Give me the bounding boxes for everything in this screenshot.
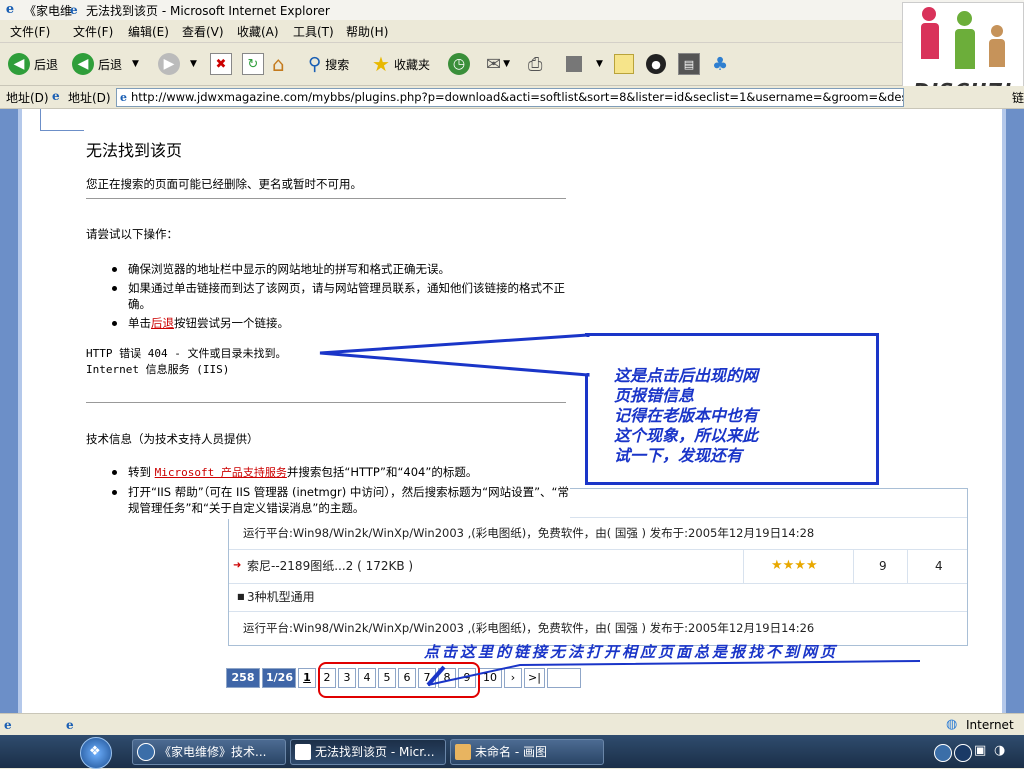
logo-figure	[989, 39, 1005, 67]
callout-pointer	[319, 333, 590, 377]
zone-label: Internet	[966, 718, 1014, 732]
history-icon: ◷	[448, 53, 470, 75]
address-label-left: 地址(D)	[6, 91, 49, 105]
note-icon	[614, 54, 634, 74]
qq-button[interactable]: ●	[646, 51, 666, 77]
tab-partial[interactable]: 《家电维	[24, 2, 72, 19]
taskbar-item-active[interactable]: 无法找到该页 - Micr...	[290, 739, 446, 765]
tray-maxthon-icon[interactable]	[954, 744, 972, 762]
menu-favorites[interactable]: 收藏(A)	[237, 23, 279, 40]
annotation-text: 点击这里的链接无法打开相应页面总是报找不到网页	[424, 643, 839, 661]
ie-page-icon	[295, 744, 311, 760]
dropdown-arrow-icon[interactable]: ▼	[132, 59, 139, 69]
menu-bar: 文件(F) 文件(F) 编辑(E) 查看(V) 收藏(A) 工具(T) 帮助(H…	[0, 20, 1024, 43]
back-button-2[interactable]: ◀ 后退 ▼	[72, 51, 139, 77]
toolbar: ◀ 后退 ◀ 后退 ▼ ▶ ▼ ✖ ↻ ⌂ ⚲ 搜索 ★ 收藏夹 ◷ ✉ ▼ ⎙ …	[0, 43, 1024, 86]
logo-figure-head	[957, 11, 972, 26]
page-status-icon: e	[4, 718, 12, 732]
stop-icon: ✖	[210, 53, 232, 75]
edit-button[interactable]: ▼	[566, 51, 603, 77]
globe-icon: ◍	[946, 717, 958, 732]
refresh-icon: ↻	[242, 53, 264, 75]
archive-button[interactable]: ▤	[678, 51, 700, 77]
archive-icon: ▤	[678, 53, 700, 75]
back-label: 后退	[34, 57, 59, 72]
print-button[interactable]: ⎙	[528, 51, 542, 77]
dropdown-arrow-icon[interactable]: ▼	[503, 59, 510, 69]
tray-network-icon[interactable]: ▣	[974, 743, 986, 758]
home-button[interactable]: ⌂	[272, 51, 285, 77]
logo-figure	[921, 23, 939, 59]
taskbar-item[interactable]: 未命名 - 画图	[450, 739, 604, 765]
page-icon: e	[120, 91, 127, 104]
taskbar-item[interactable]: 《家电维修》技术...	[132, 739, 286, 765]
taskbar-item-label: 未命名 - 画图	[475, 745, 547, 759]
address-input[interactable]: e http://www.jdwxmagazine.com/mybbs/plugi…	[116, 88, 904, 107]
logo-figure-head	[991, 25, 1003, 37]
menu-view[interactable]: 查看(V)	[182, 23, 224, 40]
ie-logo-icon: e	[70, 3, 78, 17]
window-title: 无法找到该页 - Microsoft Internet Explorer	[86, 4, 330, 18]
tray-volume-icon[interactable]: ◑	[994, 743, 1005, 758]
dropdown-arrow-icon[interactable]: ▼	[596, 59, 603, 69]
home-icon: ⌂	[272, 52, 285, 76]
back-arrow-icon: ◀	[72, 53, 94, 75]
links-label[interactable]: 链	[1012, 89, 1024, 106]
annotation-arrows	[319, 333, 921, 687]
page-icon: e	[52, 89, 60, 103]
menu-file-partial[interactable]: 文件(F)	[10, 23, 50, 40]
page-status-icon: e	[66, 718, 74, 732]
address-url: http://www.jdwxmagazine.com/mybbs/plugin…	[131, 90, 904, 104]
page-content: 无法找到该页 您正在搜索的页面可能已经删除、更名或暂时不可用。 请尝试以下操作：…	[0, 109, 1024, 713]
back-button[interactable]: ◀ 后退	[8, 51, 58, 77]
annotation-underline	[427, 660, 921, 686]
logo-figure	[955, 29, 975, 69]
address-bar: 地址(D) e 地址(D) e http://www.jdwxmagazine.c…	[0, 86, 1024, 109]
title-bar: e 《家电维 e 无法找到该页 - Microsoft Internet Exp…	[0, 0, 1024, 21]
start-button[interactable]: ❖	[80, 737, 112, 769]
print-icon: ⎙	[528, 53, 543, 75]
taskbar: ❖ 《家电维修》技术... 无法找到该页 - Micr... 未命名 - 画图 …	[0, 735, 1024, 769]
maxthon-icon	[137, 743, 155, 761]
search-label: 搜索	[325, 57, 350, 72]
penguin-icon: ●	[646, 54, 666, 74]
stop-button[interactable]: ✖	[210, 51, 232, 77]
forward-arrow-icon: ▶	[158, 53, 180, 75]
search-button[interactable]: ⚲ 搜索	[308, 51, 349, 77]
address-label: 地址(D)	[68, 91, 111, 105]
notes-button[interactable]	[614, 51, 634, 77]
history-button[interactable]: ◷	[448, 51, 470, 77]
messenger-button[interactable]: ♣	[712, 51, 728, 77]
edit-icon	[566, 56, 582, 72]
back-label: 后退	[98, 57, 123, 72]
menu-tools[interactable]: 工具(T)	[293, 23, 334, 40]
logo-figure-head	[922, 7, 936, 21]
refresh-button[interactable]: ↻	[242, 51, 264, 77]
paint-icon	[455, 744, 471, 760]
search-icon: ⚲	[308, 53, 322, 75]
back-arrow-icon: ◀	[8, 53, 30, 75]
star-icon: ★	[372, 52, 390, 76]
menu-edit[interactable]: 编辑(E)	[128, 23, 169, 40]
messenger-icon: ♣	[712, 53, 729, 75]
favorites-button[interactable]: ★ 收藏夹	[372, 51, 430, 77]
menu-file[interactable]: 文件(F)	[73, 23, 113, 40]
windows-logo-icon: ❖	[89, 744, 101, 759]
forward-button[interactable]: ▶ ▼	[158, 51, 197, 77]
taskbar-item-label: 无法找到该页 - Micr...	[315, 745, 435, 759]
menu-help[interactable]: 帮助(H)	[346, 23, 388, 40]
taskbar-item-label: 《家电维修》技术...	[159, 745, 267, 759]
ie-logo-icon: e	[5, 2, 15, 17]
mail-icon: ✉	[486, 53, 502, 75]
favorites-label: 收藏夹	[393, 57, 430, 72]
tray-maxthon-icon[interactable]	[934, 744, 952, 762]
dropdown-arrow-icon[interactable]: ▼	[190, 59, 197, 69]
status-bar: e e ◍ Internet	[0, 713, 1024, 736]
mail-button[interactable]: ✉ ▼	[486, 51, 510, 77]
